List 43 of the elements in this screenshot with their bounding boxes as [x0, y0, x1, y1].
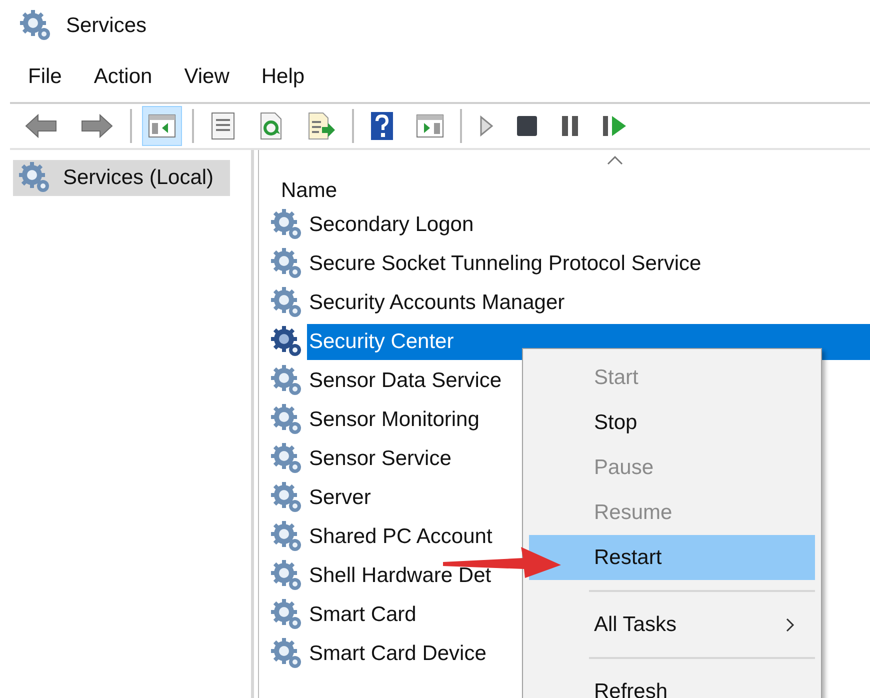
gear-icon — [271, 404, 303, 436]
service-name[interactable]: Secondary Logon — [307, 206, 870, 242]
column-header[interactable]: Name — [271, 180, 338, 201]
back-arrow-icon — [24, 113, 58, 139]
gear-icon — [271, 638, 303, 670]
context-menu-item[interactable]: Refresh — [529, 669, 815, 698]
gear-icon — [271, 482, 303, 514]
service-name[interactable]: Secure Socket Tunneling Protocol Service — [307, 246, 870, 282]
gear-icon — [271, 326, 303, 358]
context-menu-item[interactable]: All Tasks — [529, 602, 815, 647]
sort-caret-icon — [607, 156, 623, 165]
stop-icon — [516, 115, 538, 137]
play-icon — [478, 115, 494, 137]
service-name[interactable]: Security Accounts Manager — [307, 284, 870, 320]
gear-icon — [271, 598, 303, 630]
refresh-icon — [258, 112, 284, 140]
gear-icon — [271, 364, 303, 396]
toolbar-button[interactable] — [142, 106, 182, 146]
tree-item[interactable]: Services (Local) — [13, 160, 230, 196]
document-icon — [210, 112, 236, 140]
resume-icon — [602, 115, 628, 137]
forward-arrow-icon — [80, 113, 114, 139]
gear-icon — [271, 520, 303, 552]
gear-icon — [271, 442, 303, 474]
gear-icon — [271, 208, 303, 240]
menu-item[interactable]: Action — [94, 66, 152, 86]
chevron-right-icon — [785, 616, 795, 632]
window-title: Services — [66, 13, 147, 40]
pause-icon — [560, 115, 580, 137]
help-icon — [370, 111, 394, 141]
panel-icon — [416, 113, 444, 139]
context-menu-item[interactable]: Restart — [529, 535, 815, 580]
gear-icon — [20, 10, 52, 42]
export-icon — [306, 112, 336, 140]
menu-item[interactable]: Help — [261, 66, 305, 86]
gear-icon — [271, 248, 303, 280]
panel-icon — [148, 113, 176, 139]
menu-item[interactable]: File — [28, 66, 62, 86]
gear-icon — [271, 560, 303, 592]
gear-icon — [19, 162, 51, 194]
gear-icon — [271, 286, 303, 318]
menu-item[interactable]: View — [184, 66, 230, 86]
context-menu-item[interactable]: Stop — [529, 400, 815, 445]
